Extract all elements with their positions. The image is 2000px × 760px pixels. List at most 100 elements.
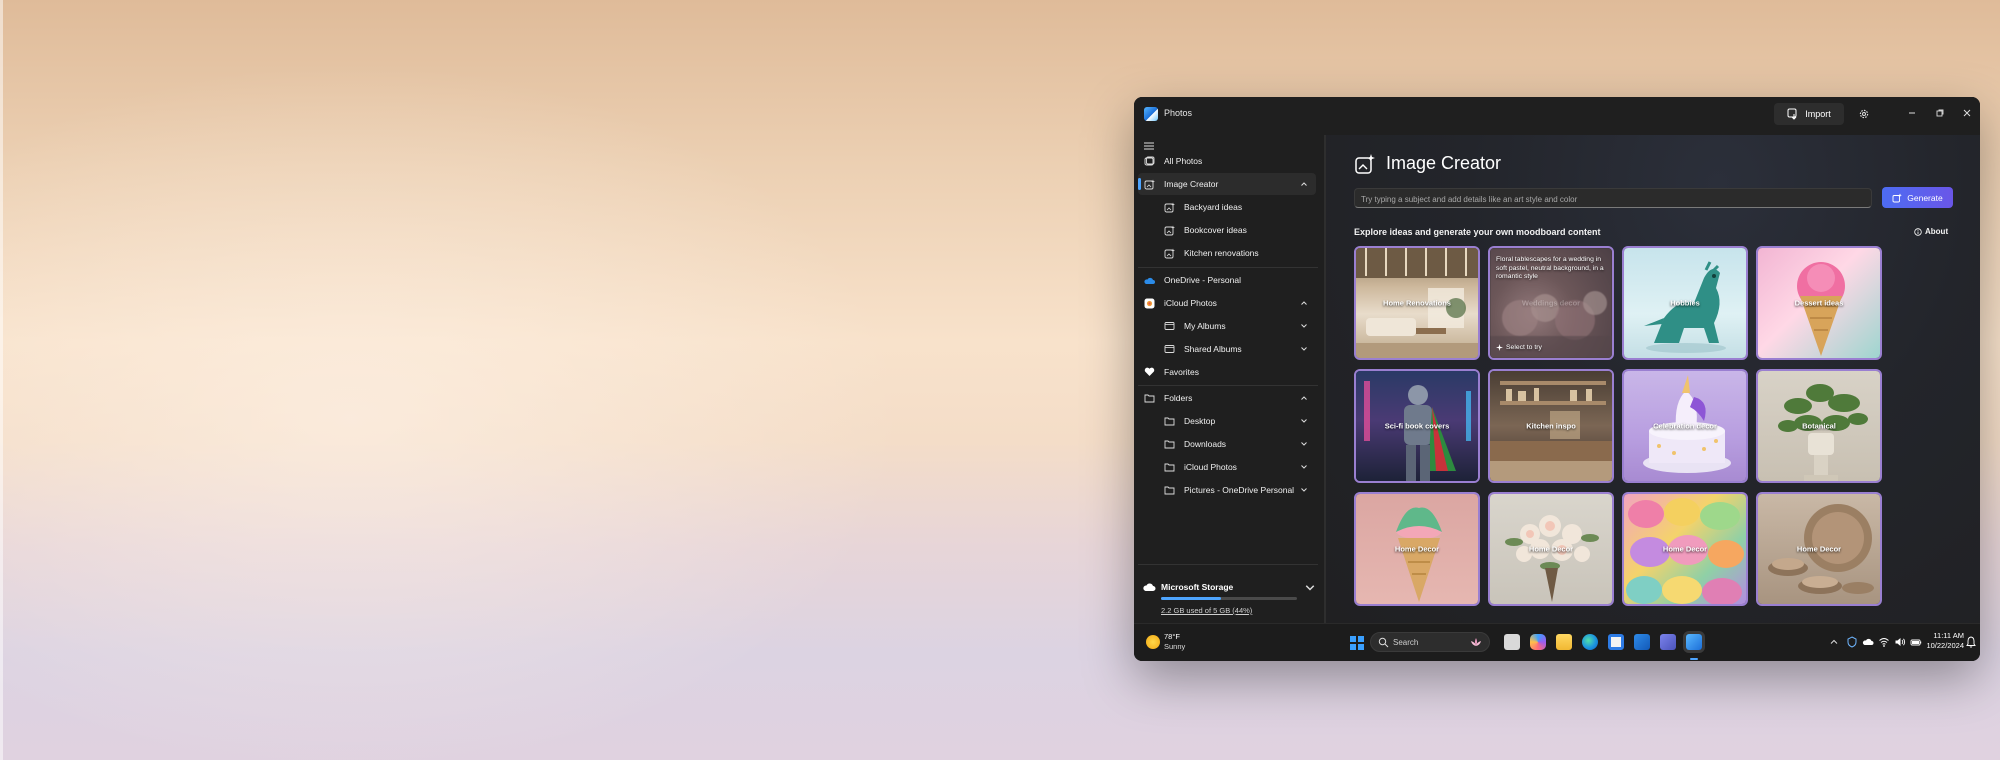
taskbar-search[interactable]: Search xyxy=(1370,632,1490,652)
idea-tile[interactable]: Home Decor xyxy=(1488,492,1614,606)
sidebar-item-backyard-ideas[interactable]: Backyard ideas xyxy=(1138,196,1316,218)
folder-icon xyxy=(1142,391,1156,405)
sidebar-item-favorites[interactable]: Favorites xyxy=(1138,361,1316,383)
sidebar-item-label: My Albums xyxy=(1184,321,1226,331)
tile-label: Sci-fi book covers xyxy=(1384,421,1450,431)
idea-tile[interactable]: Home Renovations xyxy=(1354,246,1480,360)
image-creator-icon xyxy=(1162,223,1176,237)
sidebar-item-folders[interactable]: Folders xyxy=(1138,387,1316,409)
idea-tile[interactable]: Hobbies xyxy=(1622,246,1748,360)
heart-icon xyxy=(1142,365,1156,379)
copilot-icon[interactable] xyxy=(1530,634,1546,650)
sidebar-item-downloads[interactable]: Downloads xyxy=(1138,433,1316,455)
task-view-icon[interactable] xyxy=(1504,634,1520,650)
chevron-down-icon[interactable] xyxy=(1298,438,1310,450)
sidebar-item-onedrive[interactable]: OneDrive - Personal xyxy=(1138,269,1316,291)
sidebar-item-all-photos[interactable]: All Photos xyxy=(1138,150,1316,172)
tile-label: Botanical xyxy=(1802,421,1836,431)
sidebar-item-kitchen-renovations[interactable]: Kitchen renovations xyxy=(1138,242,1316,264)
wifi-icon[interactable] xyxy=(1878,636,1890,648)
select-to-try[interactable]: Select to try xyxy=(1496,344,1542,351)
idea-tile[interactable]: Sci-fi book covers xyxy=(1354,369,1480,483)
chevron-up-icon[interactable] xyxy=(1298,297,1310,309)
clock-time[interactable]: 11:11 AM xyxy=(1914,631,1964,640)
image-creator-icon xyxy=(1162,246,1176,260)
import-button[interactable]: Import xyxy=(1774,103,1844,125)
idea-tile[interactable]: Home Decor xyxy=(1756,492,1882,606)
explore-heading: Explore ideas and generate your own mood… xyxy=(1354,227,1601,237)
chevron-down-icon[interactable] xyxy=(1304,582,1316,594)
storage-progress-bar xyxy=(1161,597,1297,600)
idea-tile-featured[interactable]: Floral tablescapes for a wedding in soft… xyxy=(1488,246,1614,360)
album-icon xyxy=(1162,319,1176,333)
idea-tile[interactable]: Kitchen inspo xyxy=(1488,369,1614,483)
image-creator-icon xyxy=(1162,200,1176,214)
image-creator-icon xyxy=(1355,154,1375,174)
import-icon xyxy=(1787,108,1797,120)
idea-tile[interactable]: Dessert ideas xyxy=(1756,246,1882,360)
prompt-field[interactable] xyxy=(1354,188,1872,209)
sidebar-divider xyxy=(1138,267,1318,268)
cloud-icon xyxy=(1143,583,1156,591)
storage-title[interactable]: Microsoft Storage xyxy=(1161,582,1233,592)
minimize-icon[interactable] xyxy=(1904,105,1920,121)
sidebar: All Photos Image Creator Backyard ideas … xyxy=(1134,135,1324,623)
chevron-up-icon[interactable] xyxy=(1298,178,1310,190)
network-shield-icon[interactable] xyxy=(1846,636,1858,648)
select-to-try-label: Select to try xyxy=(1506,344,1542,351)
restore-icon[interactable] xyxy=(1932,105,1948,121)
sidebar-item-icloud-photos-folder[interactable]: iCloud Photos xyxy=(1138,456,1316,478)
icloud-icon xyxy=(1142,296,1156,310)
photos-taskbar-icon[interactable] xyxy=(1686,634,1702,650)
lotus-icon xyxy=(1471,638,1481,646)
search-label: Search xyxy=(1393,638,1419,647)
title-bar: Photos Import xyxy=(1134,97,1980,135)
chevron-down-icon[interactable] xyxy=(1298,461,1310,473)
sidebar-item-label: Desktop xyxy=(1184,416,1216,426)
tile-label: Dessert ideas xyxy=(1794,298,1844,308)
sidebar-item-shared-albums[interactable]: Shared Albums xyxy=(1138,338,1316,360)
tile-prompt-text: Floral tablescapes for a wedding in soft… xyxy=(1496,256,1604,280)
storage-usage-link[interactable]: 2.2 GB used of 5 GB (44%) xyxy=(1161,606,1252,615)
sun-icon[interactable] xyxy=(1146,635,1160,649)
sidebar-item-my-albums[interactable]: My Albums xyxy=(1138,315,1316,337)
photos-window: Photos Import All Photos Image Creator B… xyxy=(1134,97,1980,661)
gear-icon[interactable] xyxy=(1856,106,1872,122)
idea-tile[interactable]: Botanical xyxy=(1756,369,1882,483)
close-icon[interactable] xyxy=(1959,105,1975,121)
clock-date[interactable]: 10/22/2024 xyxy=(1914,641,1964,650)
idea-tile[interactable]: Celebration decor xyxy=(1622,369,1748,483)
onedrive-tray-icon[interactable] xyxy=(1862,636,1874,648)
idea-tile[interactable]: Home Decor xyxy=(1622,492,1748,606)
weather-temperature[interactable]: 78°F xyxy=(1164,632,1180,641)
sidebar-item-desktop[interactable]: Desktop xyxy=(1138,410,1316,432)
windows-start-icon[interactable] xyxy=(1350,636,1364,650)
about-link[interactable]: About xyxy=(1914,227,1948,236)
sidebar-item-pictures-onedrive[interactable]: Pictures - OneDrive Personal xyxy=(1138,479,1316,501)
notification-bell-icon[interactable] xyxy=(1966,636,1976,648)
teams-icon[interactable] xyxy=(1660,634,1676,650)
chevron-down-icon[interactable] xyxy=(1298,320,1310,332)
generate-button[interactable]: Generate xyxy=(1882,187,1953,208)
prompt-input[interactable] xyxy=(1355,190,1871,209)
chevron-up-icon[interactable] xyxy=(1298,392,1310,404)
edge-icon[interactable] xyxy=(1582,634,1598,650)
tile-label: Home Decor xyxy=(1662,544,1708,554)
chevron-down-icon[interactable] xyxy=(1298,415,1310,427)
sidebar-item-image-creator[interactable]: Image Creator xyxy=(1138,173,1316,195)
chevron-down-icon[interactable] xyxy=(1298,484,1310,496)
tile-label: Celebration decor xyxy=(1653,421,1717,431)
weather-condition[interactable]: Sunny xyxy=(1164,642,1185,651)
tile-label: Weddings decor xyxy=(1521,298,1581,308)
volume-icon[interactable] xyxy=(1894,636,1906,648)
store-icon[interactable] xyxy=(1608,634,1624,650)
file-explorer-icon[interactable] xyxy=(1556,634,1572,650)
sidebar-item-icloud-photos[interactable]: iCloud Photos xyxy=(1138,292,1316,314)
chevron-up-icon[interactable] xyxy=(1828,636,1840,648)
storage-progress-fill xyxy=(1161,597,1221,600)
generate-icon xyxy=(1892,193,1903,202)
outlook-icon[interactable] xyxy=(1634,634,1650,650)
idea-tile[interactable]: Home Decor xyxy=(1354,492,1480,606)
sidebar-item-bookcover-ideas[interactable]: Bookcover ideas xyxy=(1138,219,1316,241)
chevron-down-icon[interactable] xyxy=(1298,343,1310,355)
